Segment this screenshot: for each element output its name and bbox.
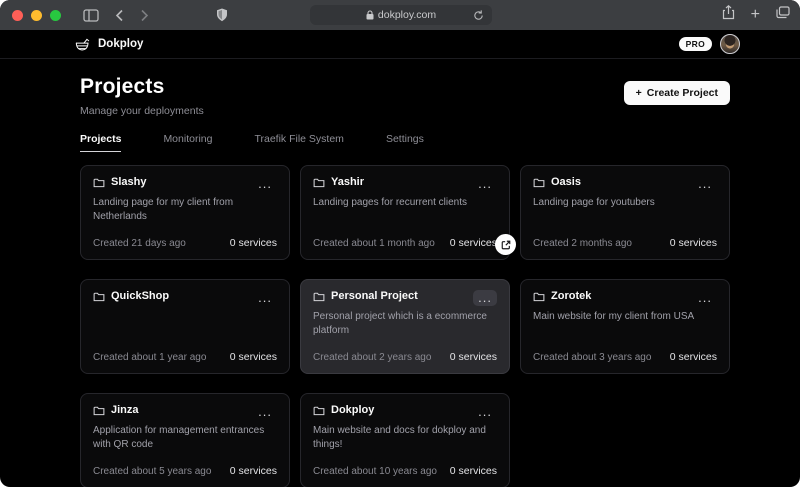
lock-icon — [366, 10, 374, 20]
project-grid: Slashy ... Landing page for my client fr… — [80, 165, 730, 487]
project-description: Main website for my client from USA — [533, 311, 695, 322]
project-card[interactable]: Dokploy ... Main website and docs for do… — [300, 393, 510, 487]
project-description: Landing page for youtubers — [533, 197, 655, 208]
project-description: Landing page for my client from Netherla… — [93, 197, 234, 222]
url-text: dokploy.com — [377, 9, 437, 21]
new-tab-icon[interactable]: + — [751, 7, 760, 23]
app-navbar: Dokploy PRO — [0, 30, 800, 59]
project-card[interactable]: QuickShop ... Created about 1 year ago 0… — [80, 279, 290, 374]
folder-icon — [93, 291, 105, 302]
tab-settings[interactable]: Settings — [386, 133, 424, 152]
privacy-shield-icon[interactable] — [216, 0, 228, 30]
back-button-icon[interactable] — [115, 9, 124, 22]
minimize-window-button[interactable] — [31, 9, 42, 21]
project-services-count: 0 services — [449, 351, 497, 363]
project-card[interactable]: Jinza ... Application for management ent… — [80, 393, 290, 487]
page-subtitle: Manage your deployments — [80, 105, 204, 117]
create-project-button[interactable]: + Create Project — [623, 81, 730, 105]
reload-icon[interactable] — [473, 9, 484, 24]
project-menu-button[interactable]: ... — [253, 290, 277, 306]
browser-window: dokploy.com + Dokploy PRO Projects Manag… — [0, 0, 800, 487]
project-card[interactable]: Personal Project ... Personal project wh… — [300, 279, 510, 374]
user-avatar[interactable] — [720, 34, 740, 54]
folder-icon — [313, 405, 325, 416]
project-created-label: Created about 5 years ago — [93, 466, 212, 477]
forward-button-icon[interactable] — [140, 9, 149, 22]
project-name: QuickShop — [111, 290, 170, 302]
brand[interactable]: Dokploy — [74, 37, 143, 52]
project-created-label: Created about 1 year ago — [93, 352, 207, 363]
folder-icon — [533, 291, 545, 302]
folder-icon — [313, 291, 325, 302]
share-icon[interactable] — [722, 5, 735, 25]
project-name: Dokploy — [331, 404, 375, 416]
project-name: Personal Project — [331, 290, 418, 302]
project-card[interactable]: Oasis ... Landing page for youtubers Cre… — [520, 165, 730, 260]
tab-traefik-file-system[interactable]: Traefik File System — [254, 133, 343, 152]
project-services-count: 0 services — [449, 465, 497, 477]
tab-monitoring[interactable]: Monitoring — [163, 133, 212, 152]
project-menu-button[interactable]: ... — [473, 404, 497, 420]
project-created-label: Created about 3 years ago — [533, 352, 652, 363]
address-bar[interactable]: dokploy.com — [310, 5, 492, 25]
folder-icon — [533, 177, 545, 188]
page-title: Projects — [80, 75, 165, 98]
close-window-button[interactable] — [12, 9, 23, 21]
folder-icon — [93, 177, 105, 188]
cursor-pointer-badge — [495, 234, 516, 255]
sidebar-toggle-icon[interactable] — [83, 8, 99, 22]
project-name: Jinza — [111, 404, 139, 416]
external-link-icon — [501, 240, 510, 249]
zoom-window-button[interactable] — [50, 9, 61, 21]
plus-icon: + — [635, 87, 642, 99]
project-description: Main website and docs for dokploy and th… — [313, 425, 486, 450]
project-services-count: 0 services — [669, 237, 717, 249]
project-menu-button[interactable]: ... — [693, 176, 717, 192]
project-name: Yashir — [331, 176, 365, 188]
brand-name: Dokploy — [98, 38, 144, 50]
project-created-label: Created 2 months ago — [533, 238, 632, 249]
main-content: Projects Manage your deployments + Creat… — [0, 59, 800, 487]
tab-projects[interactable]: Projects — [80, 133, 122, 152]
dokploy-logo-icon — [75, 38, 90, 50]
project-created-label: Created about 10 years ago — [313, 466, 437, 477]
project-created-label: Created 21 days ago — [93, 238, 186, 249]
project-description: Application for management entrances wit… — [93, 425, 265, 450]
project-card[interactable]: Zorotek ... Main website for my client f… — [520, 279, 730, 374]
project-menu-button[interactable]: ... — [253, 404, 277, 420]
project-created-label: Created about 1 month ago — [313, 238, 435, 249]
browser-chrome: dokploy.com + — [0, 0, 800, 30]
project-services-count: 0 services — [669, 351, 717, 363]
project-name: Zorotek — [551, 290, 592, 302]
tab-bar: Projects Monitoring Traefik File System … — [80, 133, 730, 152]
chrome-toolbar-right: + — [722, 0, 790, 30]
project-created-label: Created about 2 years ago — [313, 352, 432, 363]
project-description: Landing pages for recurrent clients — [313, 197, 467, 208]
project-services-count: 0 services — [229, 237, 277, 249]
project-menu-button[interactable]: ... — [473, 290, 497, 306]
project-services-count: 0 services — [229, 465, 277, 477]
window-controls — [12, 9, 61, 21]
project-menu-button[interactable]: ... — [253, 176, 277, 192]
project-services-count: 0 services — [449, 237, 497, 249]
plan-badge: PRO — [678, 37, 712, 51]
folder-icon — [313, 177, 325, 188]
project-description: Personal project which is a ecommerce pl… — [313, 311, 487, 336]
project-name: Slashy — [111, 176, 147, 188]
project-menu-button[interactable]: ... — [473, 176, 497, 192]
tab-overview-icon[interactable] — [776, 6, 790, 24]
project-name: Oasis — [551, 176, 581, 188]
project-card[interactable]: Yashir ... Landing pages for recurrent c… — [300, 165, 510, 260]
folder-icon — [93, 405, 105, 416]
project-services-count: 0 services — [229, 351, 277, 363]
project-card[interactable]: Slashy ... Landing page for my client fr… — [80, 165, 290, 260]
project-menu-button[interactable]: ... — [693, 290, 717, 306]
